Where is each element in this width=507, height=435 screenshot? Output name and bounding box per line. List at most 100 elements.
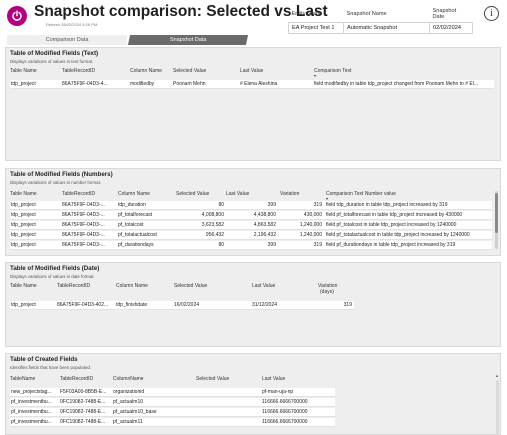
created-table-scrollbar[interactable] [496,380,499,434]
cell-column-name: pf_actualm10 [113,399,144,405]
cell-selected-value [196,388,260,397]
table-row[interactable]: pf_investmentbu... 0FC19082-7488-E... pf… [10,408,335,417]
refresh-note: Refresh 28/02/2024 6:26 PM [46,22,98,27]
cell-selected-value: 80 [218,242,224,248]
text-fields-title: Table of Modified Fields (Text) [10,50,99,57]
number-fields-panel: Table of Modified Fields (Numbers) Displ… [5,168,501,256]
table-row[interactable]: tdp_project 86A75F9F-04D3-4... modifiedb… [10,80,494,89]
table-row[interactable]: pf_investmentbu... 0FC19082-7488-E... pf… [10,418,335,427]
cell-last-value: pf-man-uja-np [262,389,294,395]
cell-column-name: tdp_finishdate [116,302,148,308]
cell-table-name: tdp_project [11,212,36,218]
text-fields-subtitle: Displays variations of values in text fo… [10,59,94,64]
number-fields-title: Table of Modified Fields (Numbers) [10,171,113,178]
cell-last-value: 399 [267,202,276,208]
date-fields-subtitle: Displays variations of values in date fo… [10,274,95,279]
num-col-variation[interactable]: Variation [280,191,299,197]
created-col-table-name[interactable]: TableName [10,376,35,382]
cell-comparison-text: field pf_totalforecast in table tdp_proj… [326,212,463,218]
table-row[interactable]: tdp_project 86A75F9F-04D3-... pf_totalac… [10,231,492,240]
cell-record-id: 86A75F9F-04D3-... [62,232,105,238]
date-fields-panel: Table of Modified Fields (Date) Displays… [5,262,501,347]
cell-selected-value: Poonam Mehn [173,81,206,87]
cell-selected-value: 16/02/2024 [174,302,200,308]
cell-table-name: tdp_project [11,222,36,228]
created-col-column-name[interactable]: ColumnName [113,376,144,382]
num-col-selected-value[interactable]: Selected Value [176,191,209,197]
cell-column-name: modifiedby [130,81,155,87]
tab-snapshot-label: Snapshot Data [169,37,207,43]
date-col-record-id[interactable]: TableRecordID [57,283,90,289]
info-icon[interactable]: i [484,6,499,21]
table-row[interactable]: pf_investmentbu... 0FC19082-7488-E... pf… [10,398,335,407]
snapshot-col-date: Snapshot Date [432,8,457,20]
cell-table-name: tdp_project [11,232,36,238]
text-col-record-id[interactable]: TableRecordID [62,68,95,74]
number-table-scroll-thumb[interactable] [495,193,498,233]
cell-last-value: 4,863,582 [253,222,276,228]
date-col-column-name[interactable]: Column Name [116,283,148,289]
tab-snapshot-data[interactable]: Snapshot Data [127,35,249,45]
text-col-column-name[interactable]: Column Name [130,68,162,74]
cell-last-value: # Elena Aleshina [240,81,278,87]
date-col-variation-unit: (days) [320,289,334,295]
cell-variation: 319 [343,302,352,308]
number-fields-subtitle: Displays variations of values in number … [10,180,102,185]
snapshot-col-name: Snapshot Name [346,11,387,17]
created-fields-panel: Table of Created Fields Identifies field… [5,353,501,435]
num-col-column-name[interactable]: Column Name [118,191,150,197]
table-row[interactable]: tdp_project 86A75F9F-04D3-... pf_totalco… [10,221,492,230]
cell-record-id: 86A75F9F-04D3-402... [57,302,109,308]
text-col-selected-value[interactable]: Selected Value [173,68,206,74]
created-col-last-value[interactable]: Last Value [262,376,285,382]
date-col-last-value[interactable]: Last Value [252,283,275,289]
cell-column-name: pf_totalcost [118,222,144,228]
table-row[interactable]: tdp_project 86A75F9F-04D3-... pf_duratio… [10,241,492,250]
cell-record-id: 86A75F9F-04D3-... [62,202,105,208]
num-col-comparison-text[interactable]: Comparison Text Number value [326,191,396,197]
date-col-selected-value[interactable]: Selected Value [174,283,207,289]
snapshot-entity-value: EA Project Test 1 [288,22,344,34]
table-row[interactable]: tdp_project 86A75F9F-04D3-402... tdp_fin… [10,301,354,310]
text-col-table-name[interactable]: Table Name [10,68,37,74]
cell-last-value: 116666.6666700000 [262,419,308,425]
cell-selected-value: 956,432 [205,232,224,238]
created-col-record-id[interactable]: TableRecordID [60,376,93,382]
cell-last-value: 399 [267,242,276,248]
cell-selected-value: 3,623,582 [201,222,224,228]
cell-column-name: pf_totalforecast [118,212,153,218]
cell-record-id: F5F03A00-8B5B-E... [60,389,107,395]
cell-table-name: tdp_project [11,302,36,308]
scroll-up-icon[interactable]: ▲ [495,374,499,378]
num-col-last-value[interactable]: Last Value [226,191,249,197]
table-row[interactable]: new_projectstag... F5F03A00-8B5B-E... or… [10,388,335,397]
num-col-record-id[interactable]: TableRecordID [62,191,95,197]
cell-column-name: pf_durationdays [118,242,154,248]
cell-variation: 1,240,000 [299,222,322,228]
date-fields-title: Table of Modified Fields (Date) [10,265,100,272]
cell-last-value: 4,438,800 [253,212,276,218]
cell-variation: 430,000 [303,212,322,218]
date-col-table-name[interactable]: Table Name [10,283,37,289]
created-col-selected-value[interactable]: Selected Value [196,376,229,382]
tab-comparison-data[interactable]: Comparison Data [7,35,127,45]
cell-comparison-text: field pf_durationdays in table tdp_proje… [326,242,456,248]
cell-record-id: 86A75F9F-04D3-... [62,212,105,218]
cell-last-value: 2,196,432 [253,232,276,238]
cell-column-name: tdp_duration [118,202,146,208]
cell-table-name: pf_investmentbu... [11,409,52,415]
cell-comparison-text: field pf_totalcost in table tdp_project … [326,222,457,228]
sort-indicator-icon: ▾ [314,73,317,78]
table-row[interactable]: tdp_project 86A75F9F-04D3-... pf_totalfo… [10,211,492,220]
cell-last-value: 116666.6666700000 [262,399,308,405]
cell-record-id: 0FC19082-7488-E... [60,419,106,425]
num-col-table-name[interactable]: Table Name [10,191,37,197]
cell-last-value: 116666.6666700000 [262,409,308,415]
power-icon [12,10,22,21]
cell-comparison-text: field pf_totalactualcost in table tdp_pr… [326,232,470,238]
table-row[interactable]: tdp_project 86A75F9F-04D3-... tdp_durati… [10,201,492,210]
cell-record-id: 86A75F9F-04D3-... [62,222,105,228]
text-col-comparison-text[interactable]: Comparison Text [314,68,351,74]
cell-table-name: new_projectstag... [11,389,52,395]
text-col-last-value[interactable]: Last Value [240,68,263,74]
